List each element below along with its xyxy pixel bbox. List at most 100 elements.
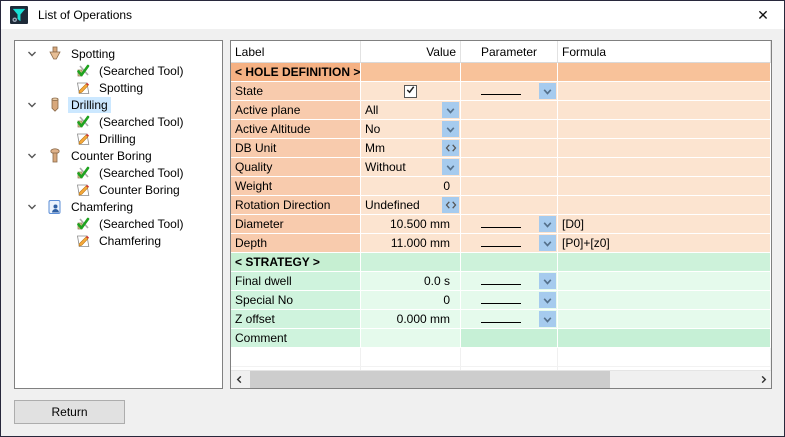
scrollbar-track[interactable] xyxy=(247,371,755,388)
property-value-cell[interactable] xyxy=(361,82,461,101)
searched-tool-icon xyxy=(75,216,91,232)
formula-text: [P0]+[z0] xyxy=(562,236,610,250)
property-value-cell[interactable]: 11.000 mm xyxy=(361,234,461,253)
parameter-cell[interactable] xyxy=(461,82,558,101)
property-value-cell[interactable]: All xyxy=(361,101,461,120)
property-label: Rotation Direction xyxy=(231,196,361,215)
parameter-dropdown-icon[interactable] xyxy=(539,273,556,289)
property-value-cell[interactable] xyxy=(361,329,461,348)
tree-item-searchedtool[interactable]: (Searched Tool) xyxy=(15,215,222,232)
formula-cell[interactable]: [D0] xyxy=(558,215,771,234)
scroll-right-icon[interactable] xyxy=(755,371,771,388)
tree-item-spotting[interactable]: Spotting xyxy=(15,79,222,96)
tree-item-drilling[interactable]: Drilling xyxy=(15,130,222,147)
spotting-tool-icon xyxy=(47,46,63,62)
section-row: < STRATEGY > xyxy=(231,253,771,272)
tree-group-counter-boring[interactable]: Counter Boring xyxy=(15,147,222,164)
tree-item-searchedtool[interactable]: (Searched Tool) xyxy=(15,113,222,130)
property-row-z-offset: Z offset0.000 mm xyxy=(231,310,771,329)
property-row-db-unit: DB UnitMm xyxy=(231,139,771,158)
property-value-cell[interactable]: 0 xyxy=(361,291,461,310)
formula-cell[interactable] xyxy=(558,139,771,158)
chevron-down-icon[interactable] xyxy=(25,200,39,214)
tree-item-label: Chamfering xyxy=(96,233,164,249)
parameter-dropdown-icon[interactable] xyxy=(539,216,556,232)
property-value-cell[interactable]: Undefined xyxy=(361,196,461,215)
tree-group-spotting[interactable]: Spotting xyxy=(15,45,222,62)
drilling-tool-icon xyxy=(47,97,63,113)
column-header-label: Label xyxy=(231,41,361,63)
parameter-placeholder-line xyxy=(481,322,521,323)
section-title: < HOLE DEFINITION > xyxy=(231,63,361,82)
property-row-state: State xyxy=(231,82,771,101)
property-value-cell[interactable]: No xyxy=(361,120,461,139)
close-button[interactable]: ✕ xyxy=(742,1,784,29)
chevron-down-icon[interactable] xyxy=(25,98,39,112)
property-value-cell[interactable]: Without xyxy=(361,158,461,177)
formula-cell[interactable] xyxy=(558,272,771,291)
counter-boring-tool-icon xyxy=(47,148,63,164)
state-checkbox[interactable] xyxy=(404,85,417,98)
parameter-cell[interactable] xyxy=(461,234,558,253)
formula-cell[interactable] xyxy=(558,291,771,310)
formula-cell[interactable] xyxy=(558,82,771,101)
formula-cell[interactable] xyxy=(558,310,771,329)
property-row-active-plane: Active planeAll xyxy=(231,101,771,120)
tree-item-chamfering[interactable]: Chamfering xyxy=(15,232,222,249)
parameter-cell[interactable] xyxy=(461,291,558,310)
value-dropdown-icon[interactable] xyxy=(442,102,459,118)
formula-cell[interactable] xyxy=(558,329,771,348)
scrollbar-thumb[interactable] xyxy=(250,371,611,388)
value-dropdown-icon[interactable] xyxy=(442,121,459,137)
tree-item-searchedtool[interactable]: (Searched Tool) xyxy=(15,62,222,79)
value-spinner-icon[interactable] xyxy=(442,140,459,156)
property-value: 0.000 mm xyxy=(397,312,450,326)
value-spinner-icon[interactable] xyxy=(442,197,459,213)
tree-group-label: Drilling xyxy=(68,97,111,113)
parameter-dropdown-icon[interactable] xyxy=(539,235,556,251)
parameter-cell[interactable] xyxy=(461,310,558,329)
scroll-left-icon[interactable] xyxy=(231,371,247,388)
parameter-cell[interactable] xyxy=(461,215,558,234)
tree-item-label: (Searched Tool) xyxy=(96,114,187,130)
property-value-cell[interactable]: Mm xyxy=(361,139,461,158)
column-header-value: Value xyxy=(361,41,461,63)
empty-row xyxy=(231,367,771,370)
formula-cell[interactable] xyxy=(558,101,771,120)
property-value-cell[interactable]: 0.000 mm xyxy=(361,310,461,329)
formula-cell[interactable]: [P0]+[z0] xyxy=(558,234,771,253)
tree-group-chamfering[interactable]: Chamfering xyxy=(15,198,222,215)
parameter-dropdown-icon[interactable] xyxy=(539,83,556,99)
property-value-cell[interactable]: 0 xyxy=(361,177,461,196)
return-button[interactable]: Return xyxy=(14,400,125,424)
formula-cell[interactable] xyxy=(558,158,771,177)
parameter-dropdown-icon[interactable] xyxy=(539,292,556,308)
property-label: Active Altitude xyxy=(231,120,361,139)
chevron-down-icon[interactable] xyxy=(25,47,39,61)
tree-group-drilling[interactable]: Drilling xyxy=(15,96,222,113)
property-label: Depth xyxy=(231,234,361,253)
window-title: List of Operations xyxy=(38,8,132,22)
value-dropdown-icon[interactable] xyxy=(442,159,459,175)
property-label: State xyxy=(231,82,361,101)
formula-cell[interactable] xyxy=(558,177,771,196)
parameter-dropdown-icon[interactable] xyxy=(539,311,556,327)
chevron-down-icon[interactable] xyxy=(25,149,39,163)
formula-cell[interactable] xyxy=(558,120,771,139)
operation-edit-icon xyxy=(75,182,91,198)
property-value-cell[interactable]: 0.0 s xyxy=(361,272,461,291)
horizontal-scrollbar[interactable] xyxy=(231,370,771,388)
column-header-formula: Formula xyxy=(558,41,771,63)
property-row-rotation-direction: Rotation DirectionUndefined xyxy=(231,196,771,215)
parameter-cell xyxy=(461,120,558,139)
operations-tree: Spotting(Searched Tool)SpottingDrilling(… xyxy=(14,40,223,389)
tree-item-counterboring[interactable]: Counter Boring xyxy=(15,181,222,198)
property-value: 11.000 mm xyxy=(391,236,450,250)
property-label: Active plane xyxy=(231,101,361,120)
tree-item-searchedtool[interactable]: (Searched Tool) xyxy=(15,164,222,181)
tree-group-label: Chamfering xyxy=(68,199,136,215)
property-value-cell[interactable]: 10.500 mm xyxy=(361,215,461,234)
app-icon xyxy=(10,6,28,24)
parameter-cell[interactable] xyxy=(461,272,558,291)
formula-cell[interactable] xyxy=(558,196,771,215)
